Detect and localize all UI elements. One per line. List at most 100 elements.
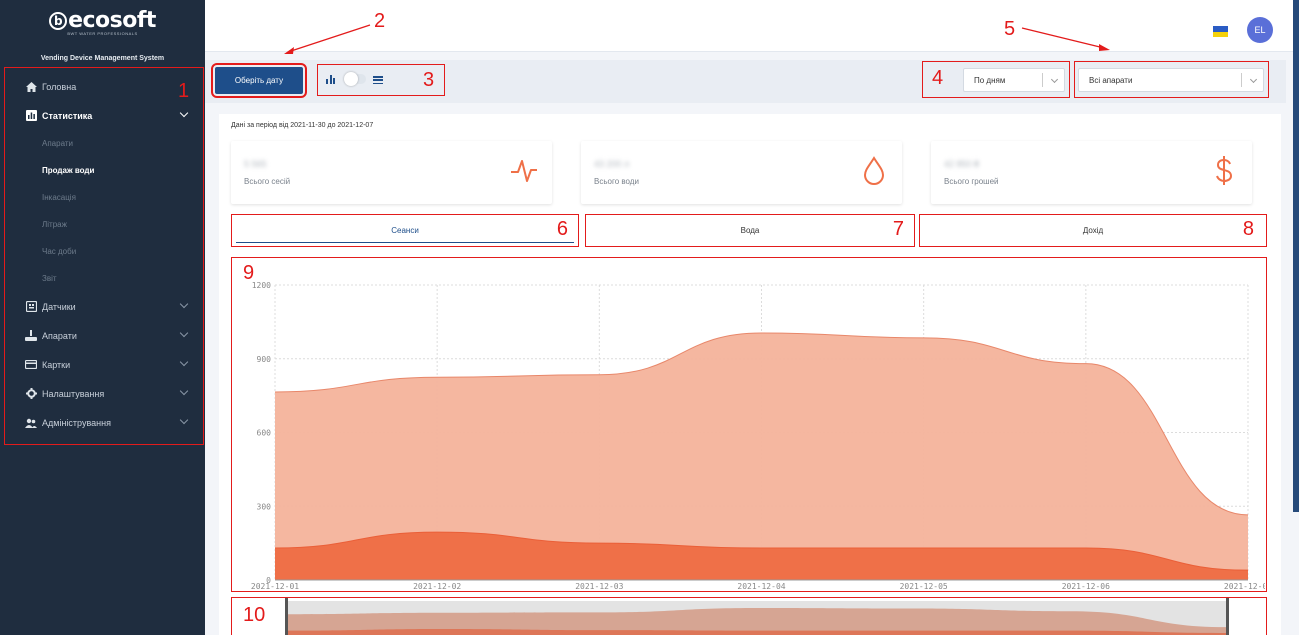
tab-underline (236, 241, 574, 243)
card-value: 43 200 л (594, 159, 630, 169)
chart-frame: 0 300 600 900 1200 2021-12-01 2021-12-02 2021-1… (231, 257, 1272, 592)
chevron-down-icon (179, 357, 189, 367)
sidebar: b ecosoft BWT WATER PROFESSIONALS Vending… (0, 0, 205, 635)
sidebar-subitem-report[interactable]: Звіт (0, 265, 205, 292)
tab-label: Вода (740, 226, 760, 235)
range-navigator-chart[interactable] (232, 598, 1265, 635)
annotation-4: 4 (932, 67, 944, 89)
sidebar-item-sensors[interactable]: Датчики (0, 292, 205, 321)
chevron-down-icon (179, 415, 189, 425)
annotation-2: 2 (374, 10, 386, 32)
sessions-area-chart[interactable]: 030060090012002021-12-01 2021-12-02 2021-1… (232, 258, 1272, 591)
chevron-down-icon (179, 386, 189, 396)
tab-sessions[interactable]: Сеанси 6 (231, 214, 579, 247)
sidebar-item-devices[interactable]: Апарати (0, 321, 205, 350)
device-icon (25, 330, 37, 342)
chevron-down-icon (1249, 75, 1258, 84)
card-caption: Всього води (594, 177, 639, 186)
x-tick-label: 2021-12-02 (413, 582, 461, 590)
x-tick-label: 2021-12-01 (251, 582, 299, 590)
stats-icon (25, 110, 37, 122)
sidebar-item-label: Головна (42, 81, 77, 92)
sensor-icon (25, 301, 37, 313)
sidebar-item-admin[interactable]: Адміністрування (0, 408, 205, 437)
period-text: Дані за період від 2021-11-30 до 2021-12… (231, 122, 374, 129)
annotation-9: 9 (243, 262, 255, 284)
dollar-icon (1216, 156, 1233, 185)
group-by-value: По дням (974, 75, 1006, 85)
top-bar: EL (205, 0, 1299, 52)
group-by-select[interactable]: По дням (963, 68, 1065, 92)
group-select-frame: 4 По дням (922, 61, 1070, 98)
logo-b-icon: b (49, 12, 68, 30)
navigator-handle-right[interactable] (1226, 598, 1229, 635)
drop-icon (863, 156, 885, 185)
list-icon[interactable] (373, 76, 383, 84)
card-caption: Всього грошей (944, 177, 999, 186)
ua-flag-icon[interactable] (1213, 26, 1228, 37)
annotation-6: 6 (556, 218, 568, 240)
scrollbar[interactable] (1293, 0, 1299, 512)
water-card: 43 200 л Всього води (581, 141, 902, 204)
view-toggle-switch[interactable] (344, 72, 366, 86)
sidebar-subitem-water-sales[interactable]: Продаж води (0, 157, 205, 184)
y-tick-label: 1200 (252, 281, 271, 290)
x-tick-label: 2021-12-03 (575, 582, 623, 590)
annotation-5: 5 (1004, 18, 1016, 40)
card-icon (25, 359, 37, 371)
avatar[interactable]: EL (1247, 17, 1273, 43)
x-tick-label: 2021-12-05 (900, 582, 948, 590)
pulse-icon (511, 160, 537, 182)
annotation-3: 3 (423, 69, 435, 91)
app-caption: Vending Device Management System (40, 55, 165, 62)
logo-text: ecosoft (68, 8, 156, 33)
view-toggle-group: 3 (317, 64, 445, 96)
toolbar: Оберіть дату 3 4 По дням Всі апарати (205, 60, 1286, 103)
sidebar-item-label: Апарати (42, 330, 77, 341)
x-tick-label: 2021-12-06 (1062, 582, 1110, 590)
money-card: 42 850 ₴ Всього грошей (931, 141, 1252, 204)
sidebar-subitem-collection[interactable]: Інкасація (0, 184, 205, 211)
sidebar-item-label: Датчики (42, 301, 76, 312)
sidebar-subitem-time-of-day[interactable]: Час доби (0, 238, 205, 265)
tab-label: Сеанси (391, 226, 419, 235)
sidebar-item-settings[interactable]: Налаштування (0, 379, 205, 408)
chevron-down-icon (1050, 75, 1059, 84)
users-icon (25, 417, 37, 429)
annotation-7: 7 (892, 218, 904, 240)
sidebar-item-home[interactable]: Головна (0, 72, 205, 101)
sidebar-subitem-devices[interactable]: Апарати (0, 130, 205, 157)
chevron-down-icon (179, 299, 189, 309)
chevron-down-icon (179, 108, 189, 118)
sidebar-subitem-liters[interactable]: Літраж (0, 211, 205, 238)
annotation-10: 10 (243, 604, 266, 626)
sidebar-item-label: Налаштування (42, 388, 105, 399)
device-select[interactable]: Всі апарати (1078, 68, 1264, 92)
home-icon (25, 81, 37, 93)
gear-icon (25, 388, 37, 400)
sidebar-nav: Головна Статистика Апарати Продаж води І… (0, 72, 205, 437)
card-value: 42 850 ₴ (944, 159, 980, 169)
sidebar-item-statistics[interactable]: Статистика (0, 101, 205, 130)
annotation-8: 8 (1242, 218, 1254, 240)
tab-water[interactable]: Вода 7 (585, 214, 915, 247)
card-value: 5 565 (244, 159, 267, 169)
y-tick-label: 600 (257, 429, 272, 438)
chevron-down-icon (179, 328, 189, 338)
select-date-button[interactable]: Оберіть дату (211, 63, 307, 98)
logo-sub: BWT WATER PROFESSIONALS (67, 31, 138, 36)
range-navigator[interactable]: 10 (231, 597, 1267, 635)
bar-chart-icon[interactable] (326, 75, 335, 84)
x-tick-label: 2021-12-07 (1224, 582, 1265, 590)
sidebar-item-cards[interactable]: Картки (0, 350, 205, 379)
main-panel: Дані за період від 2021-11-30 до 2021-12… (219, 114, 1281, 635)
y-tick-label: 300 (257, 502, 272, 511)
tab-label: Дохід (1082, 226, 1104, 235)
sidebar-item-label: Статистика (42, 110, 93, 121)
card-caption: Всього сесій (244, 177, 291, 186)
navigator-handle-left[interactable] (285, 598, 288, 635)
tab-income[interactable]: Дохід 8 (919, 214, 1267, 247)
device-select-frame: Всі апарати (1074, 61, 1269, 98)
sidebar-item-label: Картки (42, 359, 71, 370)
logo[interactable]: b ecosoft BWT WATER PROFESSIONALS (0, 8, 205, 36)
